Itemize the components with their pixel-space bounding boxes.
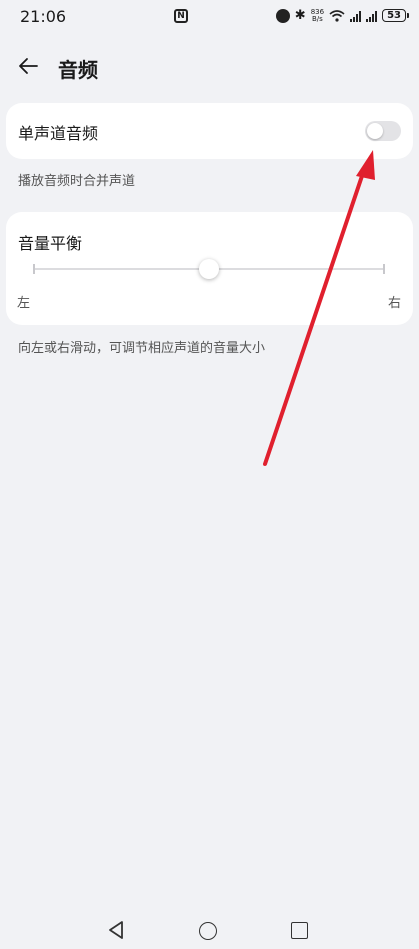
mono-audio-toggle[interactable] bbox=[365, 121, 401, 141]
triangle-back-icon[interactable] bbox=[106, 920, 126, 940]
arrow-left-icon[interactable] bbox=[16, 54, 40, 78]
nfc-icon: N bbox=[174, 9, 188, 23]
bluetooth-icon: ✱ bbox=[294, 8, 306, 23]
balance-helper: 向左或右滑动，可调节相应声道的音量大小 bbox=[18, 341, 266, 356]
balance-left-label: 左 bbox=[17, 296, 31, 311]
screen: 21:06 N ✱ 836 B/s 53 音频 单声道音频 播放音频时合并声道 … bbox=[0, 0, 419, 949]
balance-slider-thumb[interactable] bbox=[199, 259, 219, 279]
battery-icon: 53 bbox=[382, 9, 409, 22]
status-time: 21:06 bbox=[20, 7, 67, 26]
header: 音频 bbox=[0, 44, 419, 90]
balance-card: 音量平衡 左 右 bbox=[6, 212, 413, 325]
toggle-knob bbox=[367, 123, 383, 139]
signal-icon-2 bbox=[366, 10, 378, 22]
slider-tick-right bbox=[383, 264, 385, 274]
slider-tick-left bbox=[33, 264, 35, 274]
page-title: 音频 bbox=[58, 58, 98, 82]
mono-audio-row[interactable]: 单声道音频 bbox=[6, 103, 413, 159]
navigation-bar bbox=[0, 910, 419, 949]
battery-level: 53 bbox=[382, 9, 406, 22]
mono-audio-label: 单声道音频 bbox=[18, 124, 99, 143]
network-speed: 836 B/s bbox=[311, 8, 324, 23]
alarm-icon bbox=[275, 8, 290, 23]
wifi-icon bbox=[329, 9, 345, 22]
network-speed-unit: B/s bbox=[311, 14, 323, 23]
square-recent-icon[interactable] bbox=[291, 922, 308, 939]
status-icons: ✱ 836 B/s 53 bbox=[275, 8, 409, 23]
balance-right-label: 右 bbox=[387, 296, 401, 311]
mono-audio-helper: 播放音频时合并声道 bbox=[18, 174, 136, 189]
status-bar: 21:06 N ✱ 836 B/s 53 bbox=[0, 0, 419, 36]
balance-label: 音量平衡 bbox=[18, 234, 83, 253]
circle-home-icon[interactable] bbox=[199, 922, 217, 940]
signal-icon-1 bbox=[350, 10, 362, 22]
